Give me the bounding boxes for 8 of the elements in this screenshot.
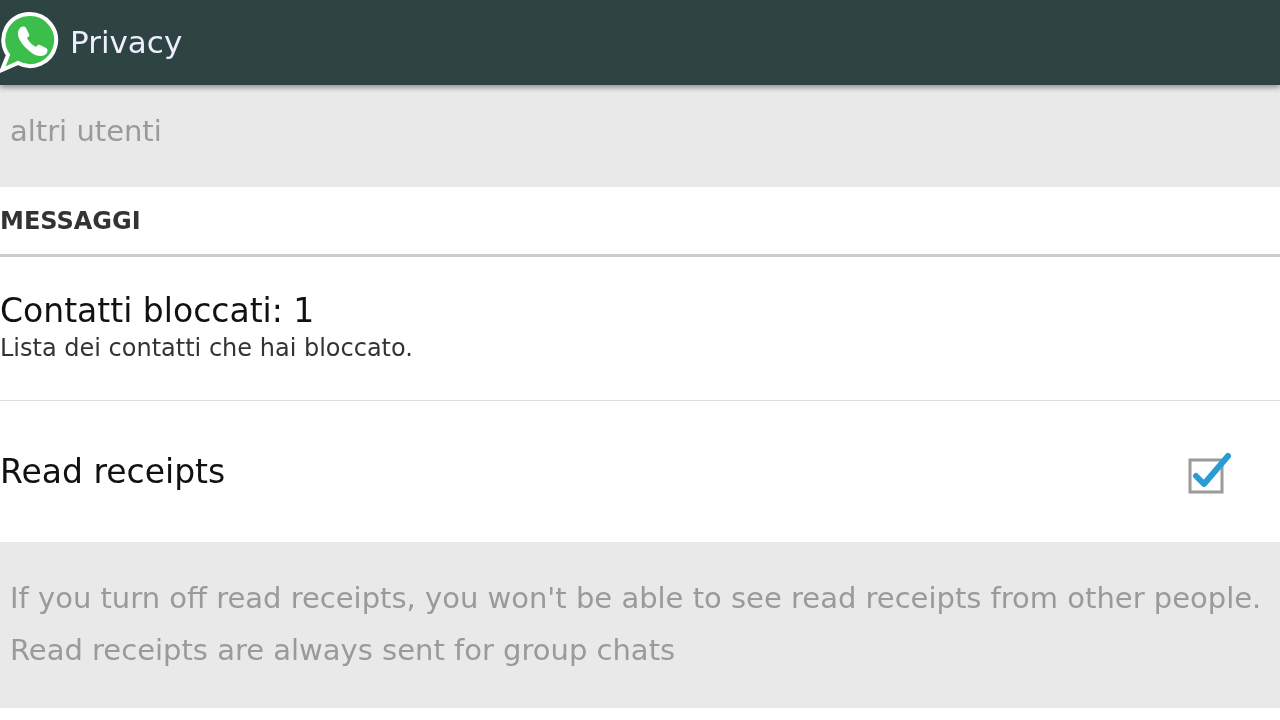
section-header: MESSAGGI xyxy=(0,205,141,237)
info-note: altri utenti xyxy=(0,85,1280,187)
chat-bubble-phone-icon xyxy=(0,9,60,76)
setting-title[interactable]: Contatti bloccati: 1 xyxy=(0,290,1280,331)
screen-title: Privacy xyxy=(70,23,183,63)
info-note: If you turn off read receipts, you won't be able to see read receipts from other people. Read receipts are always sent for group chats xyxy=(0,542,1280,708)
setting-description: Lista dei contatti che hai bloccato. xyxy=(0,333,414,365)
setting-title: Read receipts xyxy=(0,451,226,492)
